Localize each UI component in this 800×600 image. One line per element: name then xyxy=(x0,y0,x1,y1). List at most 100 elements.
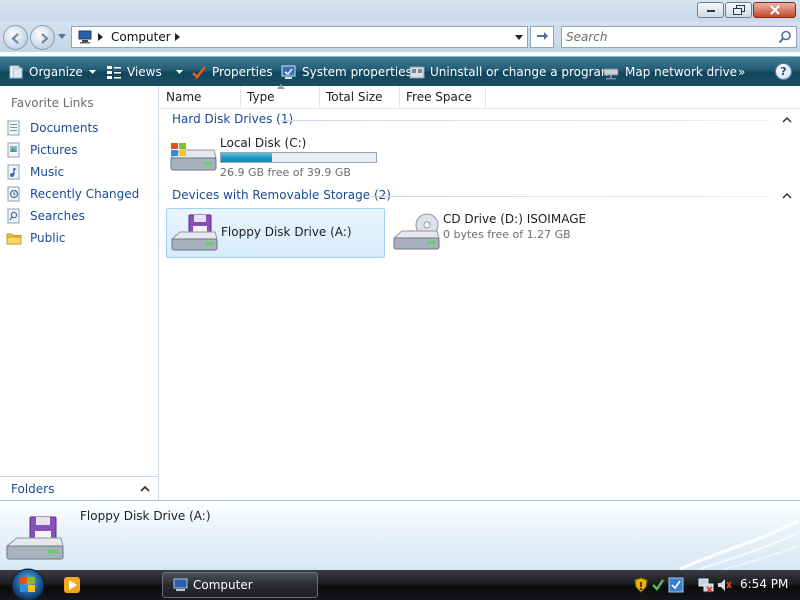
more-commands-button[interactable]: » xyxy=(738,57,745,86)
network-drive-icon xyxy=(603,68,619,79)
address-box[interactable]: Computer xyxy=(71,26,528,48)
search-input[interactable] xyxy=(566,29,766,45)
computer-icon xyxy=(78,30,92,44)
uninstall-program-label: Uninstall or change a program xyxy=(430,64,613,79)
help-button[interactable]: ? xyxy=(775,63,792,80)
folders-label: Folders xyxy=(11,482,55,496)
nav-item-music[interactable]: Music xyxy=(6,162,64,182)
uninstall-program-icon xyxy=(409,66,425,78)
breadcrumb-computer[interactable]: Computer xyxy=(111,30,171,44)
taskbar-button-computer[interactable]: Computer xyxy=(162,572,318,598)
nav-item-label: Music xyxy=(30,165,65,179)
public-folder-icon xyxy=(6,233,22,244)
back-arrow-icon xyxy=(11,33,19,44)
organize-dropdown-icon xyxy=(88,69,96,74)
drive-tile-local-disk-c[interactable]: Local Disk (C:) 26.9 GB free of 39.9 GB xyxy=(166,132,386,182)
system-clock[interactable]: 6:54 PM xyxy=(740,577,788,591)
column-header-type-label: Type xyxy=(247,90,275,104)
more-commands-label: » xyxy=(738,64,746,79)
navigation-pane: Favorite Links Documents Pictures Music … xyxy=(0,86,159,500)
nav-item-pictures[interactable]: Pictures xyxy=(6,140,78,160)
minimize-button[interactable] xyxy=(697,2,724,18)
details-decoration xyxy=(679,519,799,571)
group-header-hard-disk-drives[interactable]: Hard Disk Drives (1) xyxy=(172,112,293,126)
file-list-pane: Name Type Total Size Free Space Hard Dis… xyxy=(160,84,800,500)
floppy-drive-icon xyxy=(5,516,64,560)
windows-hard-drive-icon xyxy=(169,143,217,171)
group-header-removable-storage[interactable]: Devices with Removable Storage (2) xyxy=(172,188,391,202)
window-title-bar[interactable] xyxy=(0,0,800,22)
drive-name: Local Disk (C:) xyxy=(220,136,307,150)
music-icon xyxy=(7,164,20,179)
refresh-button[interactable] xyxy=(530,26,554,48)
recent-pages-dropdown[interactable] xyxy=(58,34,66,39)
column-header-total-size[interactable]: Total Size xyxy=(320,86,400,109)
details-pane: Floppy Disk Drive (A:) xyxy=(0,500,800,571)
search-icon[interactable] xyxy=(778,30,792,44)
organize-label: Organize xyxy=(29,64,83,79)
security-shield-icon[interactable] xyxy=(634,577,648,593)
network-icon[interactable] xyxy=(698,577,714,593)
minimize-icon xyxy=(706,10,715,12)
drive-free-space: 26.9 GB free of 39.9 GB xyxy=(220,166,351,179)
cd-drive-icon xyxy=(392,213,440,250)
uninstall-program-button[interactable]: Uninstall or change a program xyxy=(409,57,613,86)
nav-item-recently-changed[interactable]: Recently Changed xyxy=(6,184,139,204)
command-bar: Organize Views Properties System propert… xyxy=(0,56,800,86)
column-headers: Name Type Total Size Free Space xyxy=(160,84,800,109)
properties-checkmark-icon xyxy=(192,65,207,79)
system-properties-label: System properties xyxy=(302,64,412,79)
nav-item-searches[interactable]: Searches xyxy=(6,206,85,226)
organize-icon xyxy=(9,65,23,78)
column-header-name[interactable]: Name xyxy=(160,86,241,109)
nav-item-documents[interactable]: Documents xyxy=(6,118,98,138)
forward-button[interactable] xyxy=(30,25,55,50)
recently-changed-icon xyxy=(7,186,20,201)
properties-button[interactable]: Properties xyxy=(191,57,273,86)
windows-defender-icon[interactable] xyxy=(668,577,684,593)
drive-free-space: 0 bytes free of 1.27 GB xyxy=(443,228,571,241)
restore-button[interactable] xyxy=(725,2,752,18)
drive-tile-floppy-a[interactable]: Floppy Disk Drive (A:) xyxy=(166,208,385,258)
nav-item-label: Documents xyxy=(30,121,99,135)
organize-button[interactable]: Organize xyxy=(8,57,101,86)
address-dropdown-icon[interactable] xyxy=(515,35,523,40)
nav-item-label: Recently Changed xyxy=(30,187,140,201)
search-box[interactable] xyxy=(561,26,797,48)
drive-name: Floppy Disk Drive (A:) xyxy=(221,225,352,239)
system-properties-button[interactable]: System properties xyxy=(281,57,412,86)
nav-item-label: Pictures xyxy=(30,143,78,157)
close-icon xyxy=(769,5,780,15)
start-button[interactable] xyxy=(8,567,48,600)
drive-name: CD Drive (D:) ISOIMAGE xyxy=(443,212,587,226)
views-dropdown-icon xyxy=(175,69,183,74)
nav-item-public[interactable]: Public xyxy=(6,228,66,248)
drive-tile-cd-d[interactable]: CD Drive (D:) ISOIMAGE 0 bytes free of 1… xyxy=(389,208,619,258)
close-button[interactable] xyxy=(753,2,796,18)
views-button[interactable]: Views xyxy=(106,57,188,86)
group-divider xyxy=(280,120,770,121)
folders-bar[interactable]: Folders xyxy=(0,476,158,500)
nav-item-label: Searches xyxy=(30,209,85,223)
column-header-type[interactable]: Type xyxy=(241,84,320,109)
views-label: Views xyxy=(127,64,162,79)
capacity-bar xyxy=(220,152,377,163)
sync-checkmark-icon[interactable] xyxy=(651,577,665,593)
refresh-icon xyxy=(537,32,548,40)
column-header-free-space[interactable]: Free Space xyxy=(400,86,486,109)
media-player-icon[interactable] xyxy=(64,577,80,593)
caption-buttons xyxy=(697,2,796,18)
back-button[interactable] xyxy=(3,25,28,50)
chevron-up-icon[interactable] xyxy=(782,192,792,199)
breadcrumb-expand-icon[interactable] xyxy=(175,33,180,41)
breadcrumb-separator-icon[interactable] xyxy=(98,33,103,41)
capacity-bar-fill xyxy=(221,153,272,162)
chevron-up-icon[interactable] xyxy=(782,116,792,123)
chevron-up-icon[interactable] xyxy=(140,485,150,492)
taskbar-button-label: Computer xyxy=(193,578,253,592)
forward-arrow-icon xyxy=(41,33,49,44)
map-network-drive-button[interactable]: Map network drive xyxy=(603,57,737,86)
sort-ascending-icon xyxy=(277,84,285,89)
volume-muted-icon[interactable] xyxy=(716,577,732,593)
floppy-drive-icon xyxy=(170,214,218,251)
